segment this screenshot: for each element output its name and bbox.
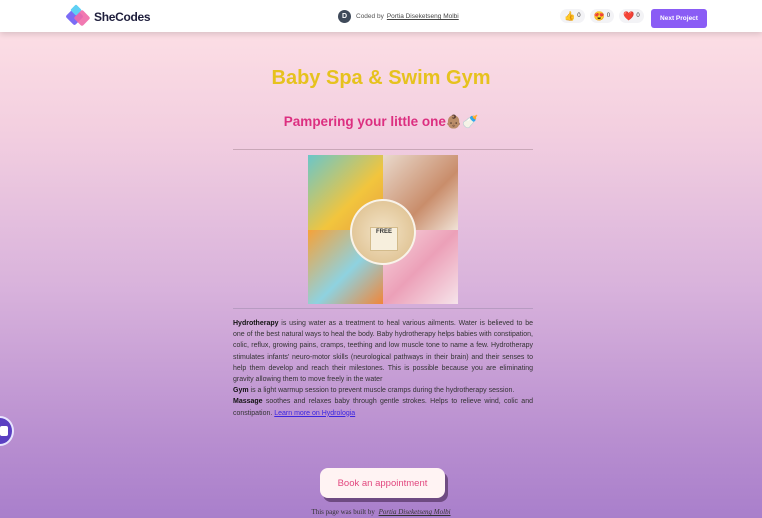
reaction-thumbs-up[interactable]: 👍 0 xyxy=(560,9,585,23)
reaction-count: 0 xyxy=(606,13,611,19)
chat-widget-icon[interactable] xyxy=(0,416,14,446)
gym-paragraph: Gym is a light warmup session to prevent… xyxy=(233,387,515,395)
services-description: Hydrotherapy is using water as a treatme… xyxy=(233,318,533,419)
page-subtitle: Pampering your little one👶🏽🍼 xyxy=(0,114,762,130)
massage-paragraph: Massage soothes and relaxes baby through… xyxy=(233,398,533,417)
divider xyxy=(233,308,533,309)
next-project-button[interactable]: Next Project xyxy=(651,9,707,28)
divider xyxy=(233,149,533,150)
reactions: 👍 0 😍 0 ❤️ 0 xyxy=(560,9,644,23)
brand-name: SheCodes xyxy=(94,10,151,24)
baby-spa-photo: FREE xyxy=(308,155,458,304)
heart-eyes-icon: 😍 xyxy=(593,10,605,21)
heart-icon: ❤️ xyxy=(623,10,635,21)
free-badge: FREE xyxy=(370,227,398,251)
footer: This page was built by Portia Diseketsen… xyxy=(0,508,762,516)
page-title: Baby Spa & Swim Gym xyxy=(271,67,491,89)
author-link[interactable]: Portia Diseketseng Molbi xyxy=(387,13,459,20)
thumbs-up-icon: 👍 xyxy=(564,10,576,21)
reaction-count: 0 xyxy=(636,13,640,19)
logo-icon xyxy=(65,4,92,28)
learn-more-link[interactable]: Learn more on Hydrologia xyxy=(274,410,355,417)
footer-text: This page was built by xyxy=(311,508,375,516)
coded-by: D Coded by Portia Diseketseng Molbi xyxy=(338,10,459,23)
subtitle-text: Pampering your little one xyxy=(283,114,446,129)
top-bar: SheCodes D Coded by Portia Diseketseng M… xyxy=(0,0,762,32)
reaction-count: 0 xyxy=(577,13,581,19)
author-avatar: D xyxy=(338,10,351,23)
reaction-heart[interactable]: ❤️ 0 xyxy=(619,9,644,23)
reaction-heart-eyes[interactable]: 😍 0 xyxy=(589,9,615,23)
baby-bottle-icon: 👶🏽🍼 xyxy=(445,114,479,129)
footer-author-link[interactable]: Portia Diseketseng Molbi xyxy=(379,508,451,516)
hydrotherapy-paragraph: Hydrotherapy is using water as a treatme… xyxy=(233,320,533,384)
coded-by-label: Coded by xyxy=(356,13,384,20)
shecodes-logo[interactable]: SheCodes xyxy=(65,4,151,28)
book-appointment-button[interactable]: Book an appointment xyxy=(320,468,445,498)
